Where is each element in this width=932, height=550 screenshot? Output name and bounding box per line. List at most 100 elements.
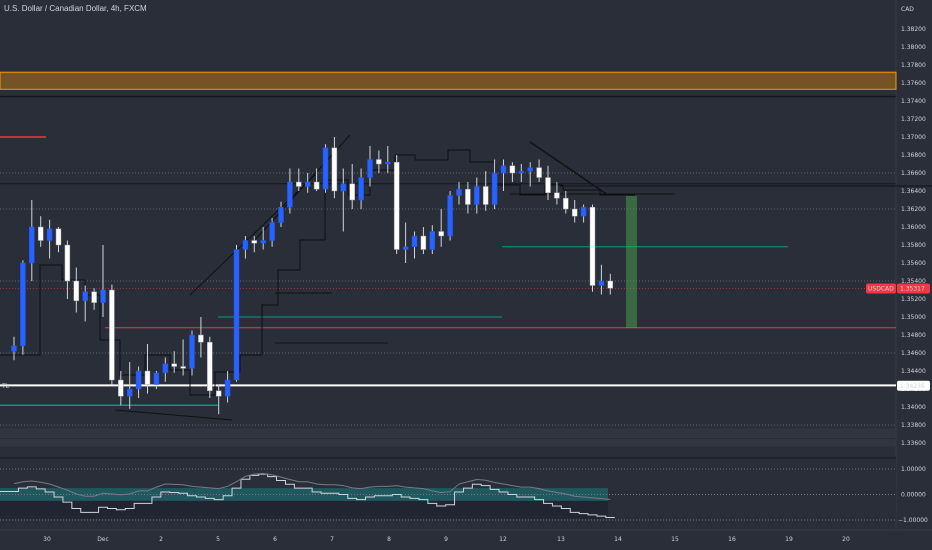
- candle-body: [100, 289, 106, 303]
- price-tick: 1.37800: [901, 62, 926, 69]
- candle-body: [55, 228, 62, 246]
- price-tick: 1.35800: [901, 242, 926, 249]
- candle-body: [598, 280, 605, 286]
- price-tick: 1.37600: [901, 80, 926, 87]
- candle-body: [207, 341, 213, 392]
- line-price-text: 1.34236: [900, 383, 925, 390]
- price-tick: 1.34800: [901, 332, 926, 339]
- candle-body: [287, 181, 293, 208]
- symbol-badge-text: USDCAD: [868, 285, 894, 292]
- candle-body: [313, 181, 320, 190]
- candle-body: [198, 334, 204, 343]
- time-tick: 8: [387, 536, 391, 543]
- candle-body: [144, 370, 151, 385]
- time-tick: 6: [273, 536, 277, 543]
- candle-body: [456, 188, 462, 196]
- price-tick: 1.36200: [901, 206, 926, 213]
- time-tick: Dec: [97, 536, 109, 543]
- candle-body: [358, 177, 364, 201]
- candle-body: [491, 172, 498, 205]
- price-tick: 1.38000: [901, 44, 926, 51]
- price-tick: 1.36400: [901, 188, 926, 195]
- candle-body: [402, 246, 409, 250]
- price-tick: 1.36000: [901, 224, 926, 231]
- candle-body: [37, 226, 44, 241]
- price-tick: 1.37000: [901, 134, 926, 141]
- price-tick: 1.33600: [901, 440, 926, 447]
- candle-body: [269, 222, 275, 241]
- candle-body: [242, 240, 249, 250]
- candle-body: [331, 147, 338, 192]
- time-tick: 7: [330, 536, 334, 543]
- current-price-text: 1.35317: [900, 285, 925, 292]
- candle-body: [420, 235, 427, 250]
- price-tick: 1.37200: [901, 116, 926, 123]
- candle-body: [563, 197, 569, 210]
- candle-body: [393, 161, 400, 250]
- time-axis[interactable]: 30 Dec 2 5 6 7 8 9 12 13 14 15 16 19 20: [0, 529, 932, 550]
- candle-body: [500, 165, 507, 174]
- candle-body: [509, 165, 516, 174]
- symbol-title[interactable]: U.S. Dollar / Canadian Dollar, 4h, FXCM: [4, 4, 147, 13]
- candle-body: [376, 159, 382, 165]
- oscillator-tick: 1.00000: [901, 466, 926, 473]
- candle-body: [233, 249, 240, 381]
- chart-window[interactable]: CAD 1.38200 1.38000 1.37800 1.37600 1.37400 1.…: [0, 0, 932, 550]
- candle-body: [438, 231, 444, 237]
- candle-body: [64, 244, 71, 282]
- candle-body: [465, 188, 471, 205]
- oscillator-lower-band: [0, 500, 608, 519]
- candle-body: [474, 186, 480, 205]
- candle-body: [322, 147, 329, 190]
- price-tick: 1.34600: [901, 350, 926, 357]
- chart-canvas[interactable]: CAD 1.38200 1.38000 1.37800 1.37600 1.37400 1.…: [0, 0, 932, 550]
- candle-body: [46, 228, 53, 241]
- time-tick: 2: [159, 536, 163, 543]
- candle-body: [162, 363, 169, 374]
- time-tick: 9: [444, 536, 448, 543]
- left-marker: TL: [1, 383, 10, 390]
- price-tick: 1.34000: [901, 404, 926, 411]
- time-tick: 13: [557, 536, 565, 543]
- price-tick: 1.35600: [901, 260, 926, 267]
- oscillator-tick: −1.00000: [898, 517, 928, 524]
- candle-body: [536, 167, 542, 178]
- candle-body: [349, 183, 355, 201]
- candle-body: [554, 192, 560, 199]
- price-tick: 1.38200: [901, 26, 926, 33]
- price-tick: 1.36800: [901, 152, 926, 159]
- candle-body: [126, 388, 133, 397]
- price-tick: 1.35000: [901, 314, 926, 321]
- price-tick: 1.35200: [901, 296, 926, 303]
- price-tick: 1.36600: [901, 170, 926, 177]
- candle-body: [91, 291, 97, 303]
- currency-label: CAD: [901, 6, 914, 13]
- candle-body: [447, 195, 453, 237]
- candle-body: [153, 372, 160, 385]
- price-tick: 1.34400: [901, 368, 926, 375]
- candle-body: [251, 240, 258, 244]
- target-box[interactable]: [626, 196, 637, 328]
- candle-body: [215, 390, 222, 397]
- candle-body: [20, 262, 26, 347]
- candle-body: [189, 334, 195, 369]
- time-tick: 30: [43, 536, 51, 543]
- price-tick: 1.33800: [901, 422, 926, 429]
- time-tick: 19: [785, 536, 793, 543]
- candle-body: [411, 235, 418, 248]
- candle-body: [482, 186, 489, 205]
- candle-body: [545, 177, 551, 194]
- lower-shade-zone: [0, 428, 896, 447]
- price-tick: 1.37400: [901, 98, 926, 105]
- candle-body: [224, 379, 231, 397]
- candle-body: [607, 280, 614, 289]
- candle-body: [278, 206, 284, 223]
- orange-zone[interactable]: [0, 71, 897, 90]
- candle-body: [296, 181, 302, 187]
- candle-body: [527, 167, 533, 172]
- oscillator-tick: 0.00000: [901, 492, 926, 499]
- candle-body: [589, 206, 596, 286]
- time-tick: 12: [499, 536, 507, 543]
- candle-body: [118, 379, 124, 397]
- candle-body: [580, 206, 587, 217]
